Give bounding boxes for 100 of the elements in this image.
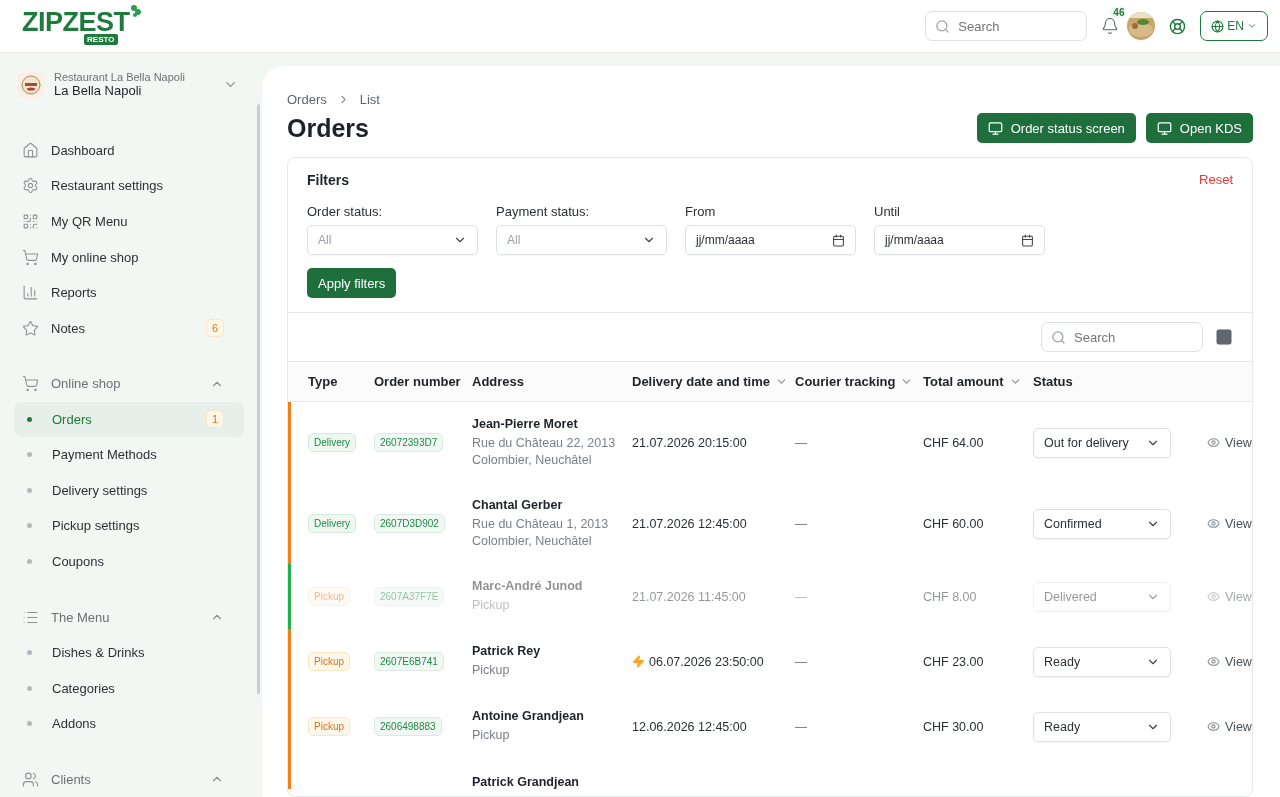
sidebar-subitem[interactable]: Coupons <box>14 543 244 580</box>
date-field[interactable]: jj/mm/aaaa <box>685 225 856 255</box>
type-tag: Delivery <box>308 514 357 533</box>
view-link[interactable]: View <box>1207 654 1252 669</box>
globe-icon <box>1211 19 1225 33</box>
column-header: Order number <box>374 374 462 389</box>
date-time: 21.07.2026 11:45:00 <box>632 589 746 604</box>
leaf-icon <box>129 3 142 18</box>
order-number-tag[interactable]: 2607D3D902 <box>374 514 445 533</box>
sidebar-subitem[interactable]: Orders 1 <box>14 401 244 438</box>
logo-text: ZIPZEST <box>22 7 130 36</box>
status-select[interactable]: Ready <box>1033 711 1171 742</box>
language-button[interactable]: EN <box>1200 11 1268 41</box>
home-icon <box>22 141 39 159</box>
sidebar-subitem[interactable]: Payment Methods <box>14 437 244 473</box>
restaurant-name: La Bella Napoli <box>54 83 143 99</box>
sidebar-subitem[interactable]: Dishes & Drinks <box>14 634 244 671</box>
type-tag: Pickup <box>308 717 350 736</box>
total-amount: CHF 60.00 <box>923 516 984 531</box>
count-badge: 6 <box>205 319 224 338</box>
order-number-tag[interactable]: 2607E6B741 <box>374 652 444 671</box>
search-icon <box>935 19 951 34</box>
customer-name: Patrick Grandjean <box>472 775 580 789</box>
restaurant-subtitle: Restaurant La Bella Napoli <box>54 71 186 84</box>
restaurant-switcher[interactable]: Restaurant La Bella Napoli La Bella Napoli <box>14 67 258 103</box>
status-select[interactable]: Ready <box>1033 646 1171 677</box>
qr-code-icon <box>22 212 39 230</box>
sidebar-item[interactable]: My online shop <box>14 239 244 275</box>
eye-icon <box>1207 517 1220 530</box>
filters-title: Filters <box>307 172 349 188</box>
notification-count: 46 <box>1110 7 1128 18</box>
restaurant-logo-icon <box>18 71 44 98</box>
total-amount: CHF 8.00 <box>923 589 977 604</box>
total-amount: CHF 30.00 <box>923 719 984 734</box>
status-select[interactable]: Confirmed <box>1033 508 1171 539</box>
total-amount: CHF 64.00 <box>923 435 984 450</box>
sidebar-item[interactable]: My QR Menu <box>14 203 244 240</box>
apply-filters-button[interactable]: Apply filters <box>307 268 397 298</box>
sidebar-item[interactable]: Restaurant settings <box>14 168 244 204</box>
customer-name: Patrick Rey <box>472 644 542 658</box>
view-link[interactable]: View <box>1207 719 1252 734</box>
order-number-tag[interactable]: 26072393D7 <box>374 433 444 452</box>
monitor-icon <box>1156 120 1172 136</box>
view-link[interactable]: View <box>1207 435 1252 450</box>
reset-link[interactable]: Reset <box>1199 172 1233 188</box>
breadcrumb-link[interactable]: List <box>359 92 380 107</box>
column-header: Type <box>308 374 339 389</box>
field-label: Until <box>874 204 901 219</box>
type-tag: Delivery <box>308 433 357 452</box>
eye-icon <box>1207 590 1220 603</box>
page-title: Orders <box>287 113 369 143</box>
sidebar-item[interactable]: Notes 6 <box>14 310 244 346</box>
date-time: 06.07.2026 23:50:00 <box>649 654 764 669</box>
sidebar-group[interactable]: Online shop <box>14 365 244 402</box>
address-text: Pickup <box>472 662 511 679</box>
caret-icon <box>1247 21 1257 31</box>
address-text: Rue du Château 1, 2013 Colombier, Neuchâtel <box>472 515 610 550</box>
date-time: 12.06.2026 12:45:00 <box>632 719 747 734</box>
cart-icon <box>22 375 39 393</box>
courier-tracking: — <box>795 516 807 531</box>
search-field[interactable]: Search <box>1041 322 1203 352</box>
column-header[interactable]: Courier tracking <box>795 374 923 389</box>
column-header[interactable]: Total amount <box>923 374 1033 389</box>
action-button[interactable]: Order status screen <box>976 113 1136 143</box>
bell-icon[interactable] <box>1101 17 1120 35</box>
sidebar-item[interactable]: Dashboard <box>14 132 244 169</box>
sidebar-subitem[interactable]: Addons <box>14 706 244 742</box>
sidebar-item[interactable]: Reports <box>14 274 244 311</box>
courier-tracking: — <box>795 589 807 604</box>
address-text: Rue du Château 22, 2013 Colombier, Neuchâtel <box>472 434 617 469</box>
view-link[interactable]: View <box>1207 516 1252 531</box>
customer-name: Jean-Pierre Moret <box>472 416 579 431</box>
sidebar-subitem[interactable]: Categories <box>14 670 244 706</box>
sidebar-subitem[interactable]: Pickup settings <box>14 508 244 544</box>
address-text: Pickup <box>472 727 511 744</box>
address-text: Pickup <box>472 597 511 614</box>
courier-tracking: — <box>795 719 807 734</box>
courier-tracking: — <box>795 435 807 450</box>
breadcrumb-link[interactable]: Orders <box>287 92 327 107</box>
star-icon <box>22 319 39 337</box>
scrollbar[interactable] <box>257 104 260 694</box>
count-badge: 1 <box>205 410 224 429</box>
users-icon <box>22 770 39 788</box>
order-number-tag[interactable]: 2606498883 <box>374 717 442 736</box>
action-button[interactable]: Open KDS <box>1145 113 1253 143</box>
eye-icon <box>1207 436 1220 449</box>
type-tag: Pickup <box>308 587 350 606</box>
lifebuoy-icon[interactable] <box>1169 17 1187 35</box>
status-select[interactable]: Out for delivery <box>1033 427 1171 458</box>
customer-name: Marc-André Junod <box>472 579 584 593</box>
eye-icon <box>1207 720 1220 733</box>
cart-icon <box>22 248 39 266</box>
sidebar-group[interactable]: Clients <box>14 761 244 797</box>
sidebar-group[interactable]: The Menu <box>14 599 244 635</box>
date-field[interactable]: jj/mm/aaaa <box>874 225 1045 255</box>
search-field[interactable]: Search <box>925 11 1088 41</box>
column-header: Address <box>472 374 526 389</box>
sidebar-subitem[interactable]: Delivery settings <box>14 472 244 509</box>
column-header[interactable]: Delivery date and time <box>632 374 795 389</box>
bar-chart-icon <box>22 284 39 302</box>
